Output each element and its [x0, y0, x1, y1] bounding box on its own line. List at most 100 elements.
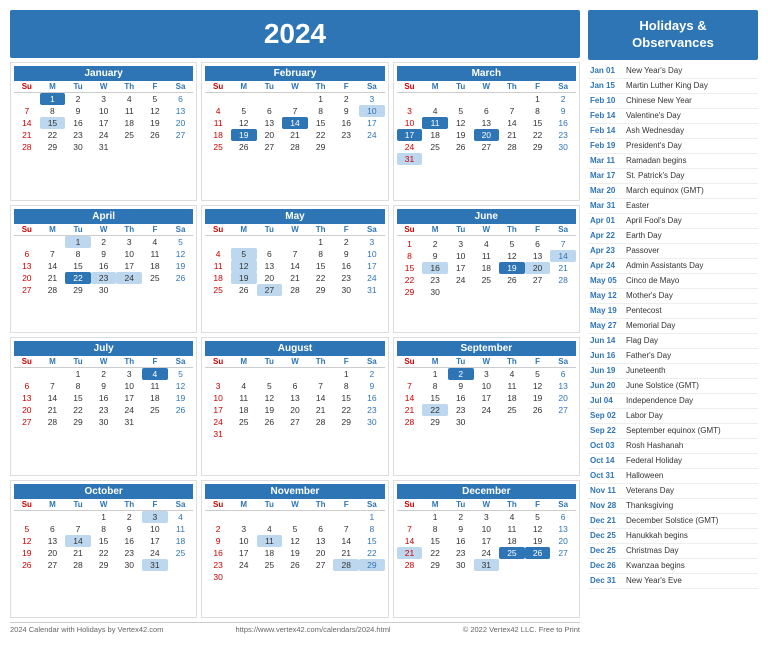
day-cell: 21	[14, 129, 40, 141]
month-october: OctoberSuMTuWThFSa 1 2 3 4 5 6 7 8 91011…	[10, 480, 197, 619]
holiday-name: Independence Day	[626, 395, 693, 407]
day-cell: 24	[205, 416, 231, 428]
holiday-item: Apr 23Passover	[588, 244, 758, 259]
day-cell: 30	[333, 284, 359, 296]
day-cell: 16	[116, 535, 142, 547]
day-empty	[205, 93, 231, 105]
day-cell: 18	[205, 272, 231, 284]
day-cell: 29	[397, 286, 423, 298]
holiday-item: Oct 31Halloween	[588, 469, 758, 484]
holiday-date: Feb 14	[590, 110, 622, 122]
day-cell: 10	[142, 523, 168, 535]
holiday-item: May 27Memorial Day	[588, 319, 758, 334]
day-cell: 11	[257, 535, 283, 547]
holiday-date: Oct 31	[590, 470, 622, 482]
day-cell: 8	[65, 248, 91, 260]
day-cell: 4	[142, 368, 168, 380]
day-cell: 16	[333, 117, 359, 129]
day-header: F	[142, 499, 168, 511]
day-cell: 1	[333, 368, 359, 380]
day-cell: 29	[359, 559, 385, 571]
day-cell: 13	[550, 523, 576, 535]
day-header: Sa	[359, 224, 385, 236]
day-header: Tu	[65, 499, 91, 511]
day-cell: 15	[308, 260, 334, 272]
day-cell: 28	[282, 141, 308, 153]
day-cell: 17	[116, 392, 142, 404]
day-cell: 25	[116, 129, 142, 141]
day-header: Su	[397, 356, 423, 368]
day-header: Th	[308, 224, 334, 236]
day-cell: 3	[116, 236, 142, 248]
day-cell: 26	[168, 404, 194, 416]
holiday-item: Feb 14Valentine's Day	[588, 109, 758, 124]
day-cell: 1	[308, 236, 334, 248]
day-cell: 10	[116, 248, 142, 260]
day-header: Tu	[65, 356, 91, 368]
day-cell: 4	[231, 380, 257, 392]
day-cell: 2	[91, 236, 117, 248]
day-cell: 14	[14, 117, 40, 129]
holiday-name: Admin Assistants Day	[626, 260, 703, 272]
holiday-name: Thanksgiving	[626, 500, 673, 512]
holiday-name: Labor Day	[626, 410, 663, 422]
day-cell: 22	[359, 547, 385, 559]
day-header: M	[422, 356, 448, 368]
day-cell: 29	[308, 141, 334, 153]
day-cell: 7	[308, 380, 334, 392]
day-cell: 8	[397, 250, 423, 262]
holiday-name: Christmas Day	[626, 545, 678, 557]
day-header: Tu	[448, 81, 474, 93]
day-cell: 11	[499, 523, 525, 535]
month-title-april: April	[14, 209, 193, 224]
day-cell: 27	[474, 141, 500, 153]
day-cell: 3	[474, 511, 500, 523]
day-empty	[308, 368, 334, 380]
day-header: F	[525, 356, 551, 368]
day-cell: 30	[65, 141, 91, 153]
day-cell: 17	[397, 129, 423, 141]
day-cell: 6	[14, 380, 40, 392]
day-cell: 8	[40, 105, 66, 117]
day-cell: 22	[525, 129, 551, 141]
holiday-name: April Fool's Day	[626, 215, 682, 227]
day-cell: 21	[499, 129, 525, 141]
day-cell: 18	[257, 547, 283, 559]
day-cell: 19	[142, 117, 168, 129]
day-cell: 15	[308, 117, 334, 129]
day-cell: 7	[397, 523, 423, 535]
day-header: W	[474, 224, 500, 236]
day-cell: 9	[205, 535, 231, 547]
holiday-item: Dec 21December Solstice (GMT)	[588, 514, 758, 529]
day-header: Th	[308, 81, 334, 93]
day-cell: 17	[205, 404, 231, 416]
main-content: 2024 JanuarySuMTuWThFSa 1 2 3 4 5 6 7 8 …	[10, 10, 580, 636]
holiday-date: Mar 17	[590, 170, 622, 182]
day-cell: 3	[359, 236, 385, 248]
day-cell: 8	[422, 380, 448, 392]
day-cell: 14	[282, 260, 308, 272]
month-title-december: December	[397, 484, 576, 499]
day-cell: 4	[168, 511, 194, 523]
holiday-name: Juneteenth	[626, 365, 666, 377]
day-cell: 12	[525, 523, 551, 535]
day-cell: 17	[474, 392, 500, 404]
holiday-item: Feb 10Chinese New Year	[588, 94, 758, 109]
day-cell: 24	[474, 404, 500, 416]
day-cell: 3	[359, 93, 385, 105]
day-cell: 1	[308, 93, 334, 105]
holiday-name: Father's Day	[626, 350, 671, 362]
day-cell: 24	[474, 547, 500, 559]
day-cell: 24	[448, 274, 474, 286]
day-cell: 8	[65, 380, 91, 392]
day-cell: 31	[205, 428, 231, 440]
day-cell: 13	[14, 392, 40, 404]
day-empty	[40, 368, 66, 380]
day-cell: 16	[91, 392, 117, 404]
day-header: Th	[499, 224, 525, 236]
day-cell: 7	[65, 523, 91, 535]
day-cell: 26	[231, 141, 257, 153]
holiday-date: Dec 25	[590, 530, 622, 542]
holiday-item: Feb 19President's Day	[588, 139, 758, 154]
day-cell: 23	[65, 129, 91, 141]
